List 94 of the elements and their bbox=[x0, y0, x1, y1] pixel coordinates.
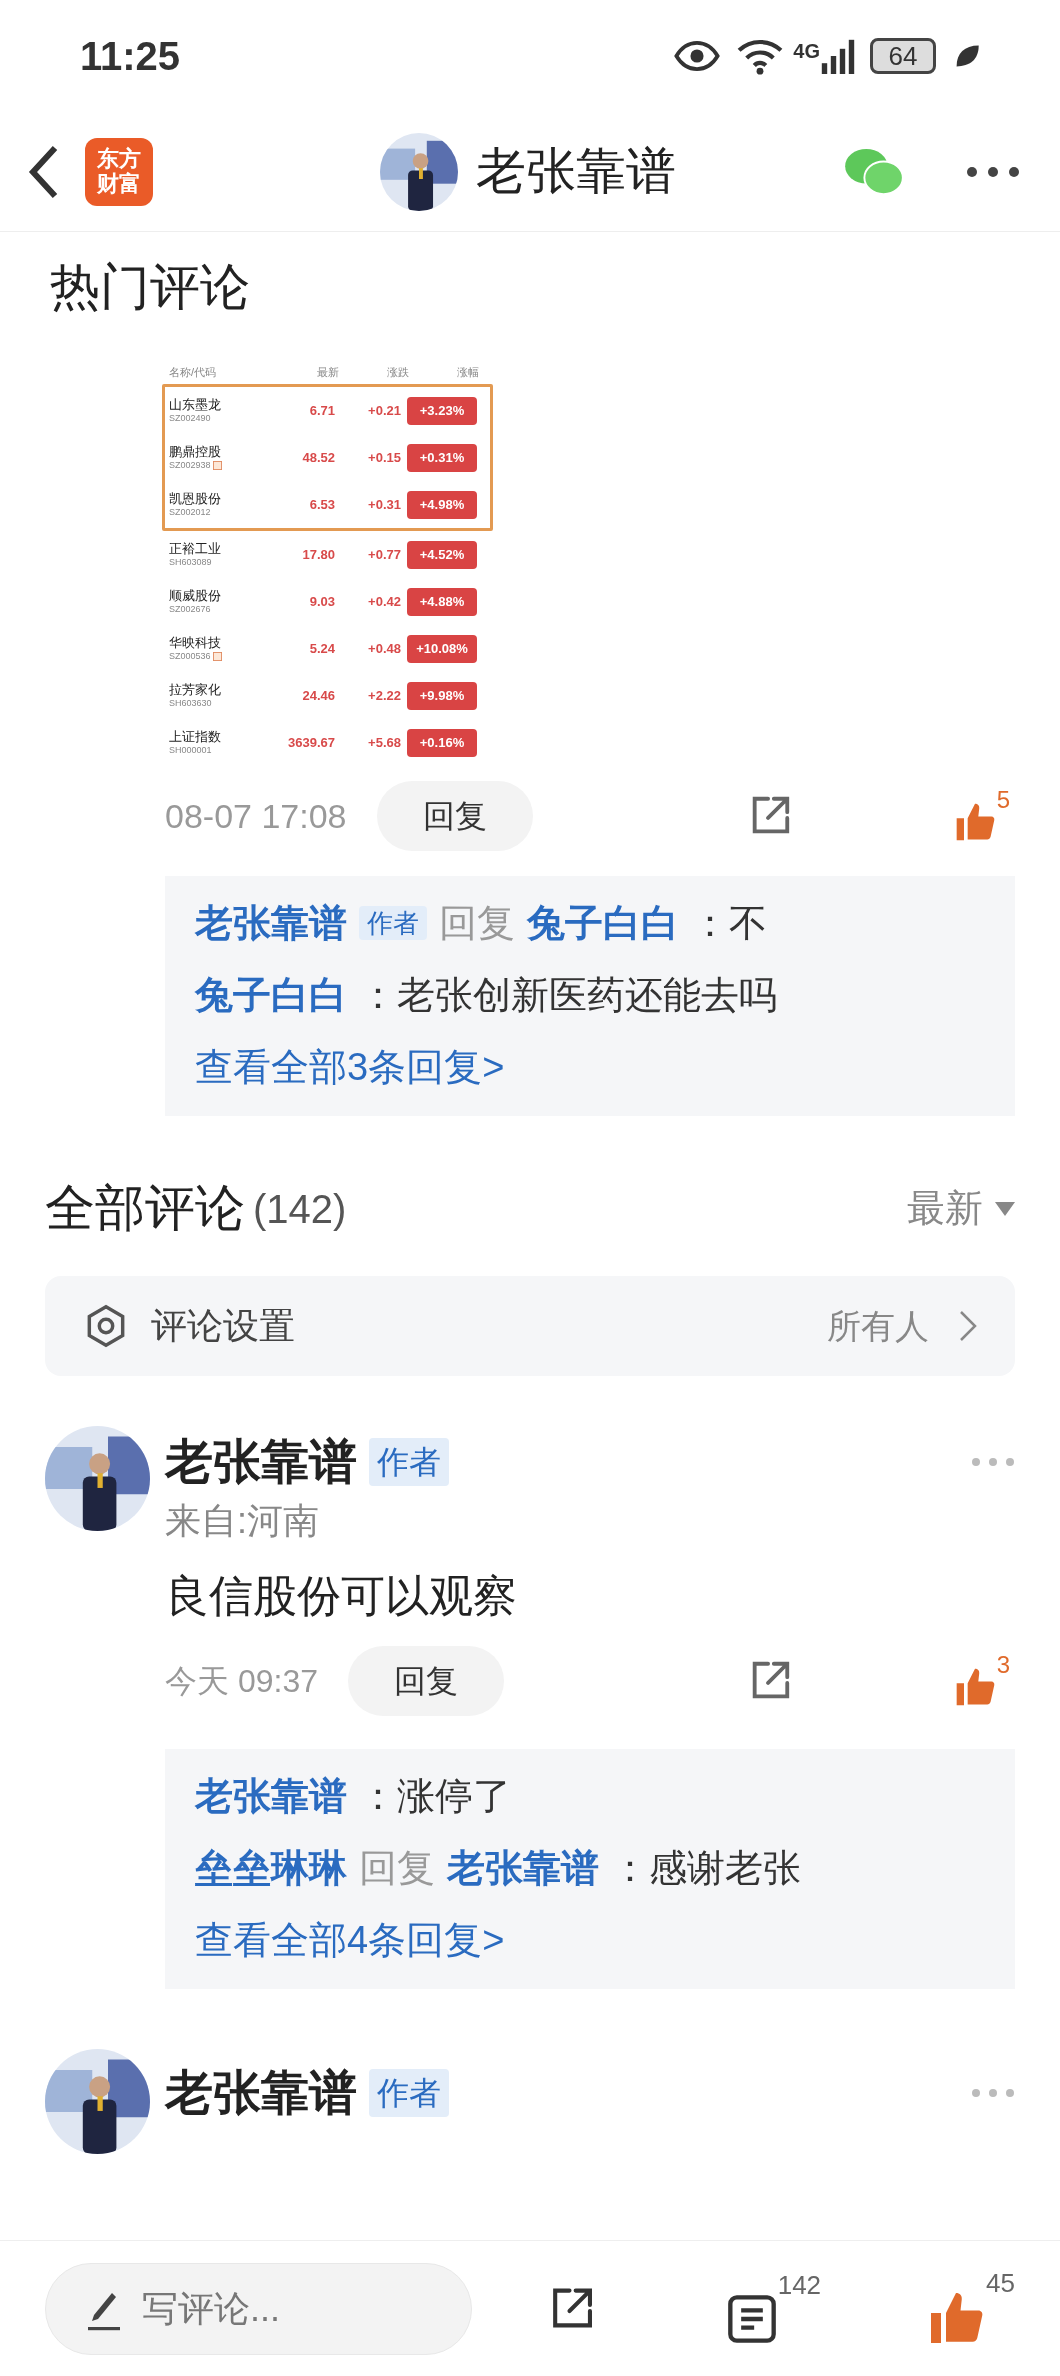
leaf-icon bbox=[954, 43, 980, 69]
stock-percent: +3.23% bbox=[407, 396, 477, 425]
stock-price: 6.71 bbox=[308, 401, 335, 420]
reply-target[interactable]: 老张靠谱 bbox=[447, 1849, 599, 1887]
settings-value: 所有人 bbox=[827, 1305, 929, 1347]
reply-author[interactable]: 兔子白白 bbox=[195, 976, 347, 1014]
column-header: 涨幅 bbox=[456, 364, 479, 380]
reply-verb: 回复 bbox=[439, 904, 515, 942]
more-icon[interactable] bbox=[966, 165, 1020, 178]
stock-price: 17.80 bbox=[301, 545, 335, 564]
comment-input-field[interactable]: 写评论... bbox=[45, 2262, 472, 2355]
stock-code: SH603089 bbox=[169, 557, 212, 569]
signal-icon bbox=[820, 38, 856, 74]
stock-percent: +4.98% bbox=[407, 490, 477, 519]
reply-verb: 回复 bbox=[359, 1849, 435, 1887]
chevron-right-icon bbox=[959, 1310, 977, 1342]
view-all-replies-link[interactable]: 查看全部4条回复> bbox=[195, 1921, 985, 1959]
reply-text: ：感谢老张 bbox=[611, 1849, 801, 1887]
reply-author[interactable]: 老张靠谱 bbox=[195, 904, 347, 942]
sort-dropdown[interactable]: 最新 bbox=[907, 1180, 983, 1237]
comment-text: 良信股份可以观察 bbox=[165, 1570, 518, 1622]
stock-change: +5.68 bbox=[367, 733, 401, 752]
reply-text: ：涨停了 bbox=[359, 1777, 511, 1815]
eye-icon bbox=[673, 41, 722, 71]
stock-name: 正裕工业 bbox=[169, 540, 222, 557]
stock-change: +2.22 bbox=[367, 686, 401, 705]
page-title: 老张靠谱 bbox=[475, 142, 676, 201]
comment-time: 08-07 17:08 bbox=[165, 795, 347, 837]
stock-price: 6.53 bbox=[308, 495, 335, 514]
reply-author[interactable]: 垒垒琳琳 bbox=[195, 1849, 347, 1887]
stock-name: 鹏鼎控股 bbox=[169, 443, 222, 460]
comment-settings-bar[interactable]: 评论设置 所有人 bbox=[45, 1276, 1015, 1376]
comment-placeholder: 写评论... bbox=[142, 2286, 280, 2331]
stock-code: SZ002676 bbox=[169, 604, 211, 616]
stock-change: +0.77 bbox=[367, 545, 401, 564]
reply-text: ：不 bbox=[691, 904, 767, 942]
reply-target[interactable]: 兔子白白 bbox=[527, 904, 679, 942]
section-heading: 热门评论 bbox=[50, 262, 251, 312]
stock-price: 24.46 bbox=[301, 686, 335, 705]
stock-name: 上证指数 bbox=[169, 728, 222, 745]
comment-author[interactable]: 老张靠谱 bbox=[165, 2057, 357, 2129]
stock-code: SZ002490 bbox=[169, 413, 211, 425]
status-time: 11:25 bbox=[80, 33, 181, 80]
likes-count: 45 bbox=[986, 2269, 1015, 2296]
stock-percent: +4.88% bbox=[407, 587, 477, 616]
stock-price: 9.03 bbox=[308, 592, 335, 611]
stock-change: +0.21 bbox=[367, 401, 401, 420]
reply-button[interactable]: 回复 bbox=[376, 781, 533, 851]
settings-label: 评论设置 bbox=[151, 1304, 295, 1348]
stock-code: SH000001 bbox=[169, 745, 212, 757]
stock-percent: +10.08% bbox=[407, 634, 477, 663]
author-badge: 作者 bbox=[369, 2069, 449, 2117]
app-logo: 东方 财富 bbox=[85, 137, 153, 206]
like-count: 5 bbox=[996, 788, 1010, 812]
like-count: 3 bbox=[996, 1653, 1010, 1677]
stock-code: SZ002012 bbox=[169, 507, 211, 519]
stock-percent: +9.98% bbox=[407, 681, 477, 710]
stock-name: 山东墨龙 bbox=[169, 396, 222, 413]
stock-name: 华映科技 bbox=[169, 634, 222, 651]
author-badge: 作者 bbox=[359, 906, 427, 940]
wifi-icon bbox=[737, 37, 784, 75]
stock-price: 3639.67 bbox=[287, 733, 335, 752]
comment-count: (142) bbox=[253, 1185, 347, 1233]
comments-count: 142 bbox=[777, 2271, 822, 2298]
stock-change: +0.15 bbox=[367, 448, 401, 467]
view-all-replies-link[interactable]: 查看全部3条回复> bbox=[195, 1048, 985, 1086]
column-header: 名称/代码 bbox=[169, 364, 218, 380]
stock-name: 拉芳家化 bbox=[169, 681, 222, 698]
reply-author[interactable]: 老张靠谱 bbox=[195, 1777, 347, 1815]
section-heading: 全部评论 bbox=[45, 1179, 245, 1238]
stock-change: +0.31 bbox=[367, 495, 401, 514]
comment-location: 来自:河南 bbox=[165, 1499, 320, 1543]
reply-button[interactable]: 回复 bbox=[347, 1646, 504, 1716]
column-header: 涨跌 bbox=[386, 364, 409, 380]
stock-code: SZ002938 bbox=[169, 460, 211, 472]
stock-price: 48.52 bbox=[301, 448, 335, 467]
comment-time: 今天 09:37 bbox=[165, 1662, 318, 1701]
stock-change: +0.48 bbox=[367, 639, 401, 658]
stock-name: 顺威股份 bbox=[169, 587, 222, 604]
stock-name: 凯恩股份 bbox=[169, 490, 222, 507]
stock-code: SZ000536 bbox=[169, 651, 211, 663]
stock-change: +0.42 bbox=[367, 592, 401, 611]
network-type: 4G bbox=[793, 39, 820, 64]
stock-percent: +0.16% bbox=[407, 728, 477, 757]
stock-percent: +4.52% bbox=[407, 540, 477, 569]
stock-percent: +0.31% bbox=[407, 443, 477, 472]
author-badge: 作者 bbox=[369, 1438, 449, 1486]
stock-code: SH603630 bbox=[169, 698, 212, 710]
stock-price: 5.24 bbox=[308, 639, 335, 658]
caret-down-icon[interactable] bbox=[995, 1201, 1015, 1216]
comment-author[interactable]: 老张靠谱 bbox=[165, 1426, 357, 1498]
reply-text: ：老张创新医药还能去吗 bbox=[359, 976, 777, 1014]
column-header: 最新 bbox=[316, 364, 339, 380]
battery-indicator: 64 bbox=[870, 38, 936, 74]
